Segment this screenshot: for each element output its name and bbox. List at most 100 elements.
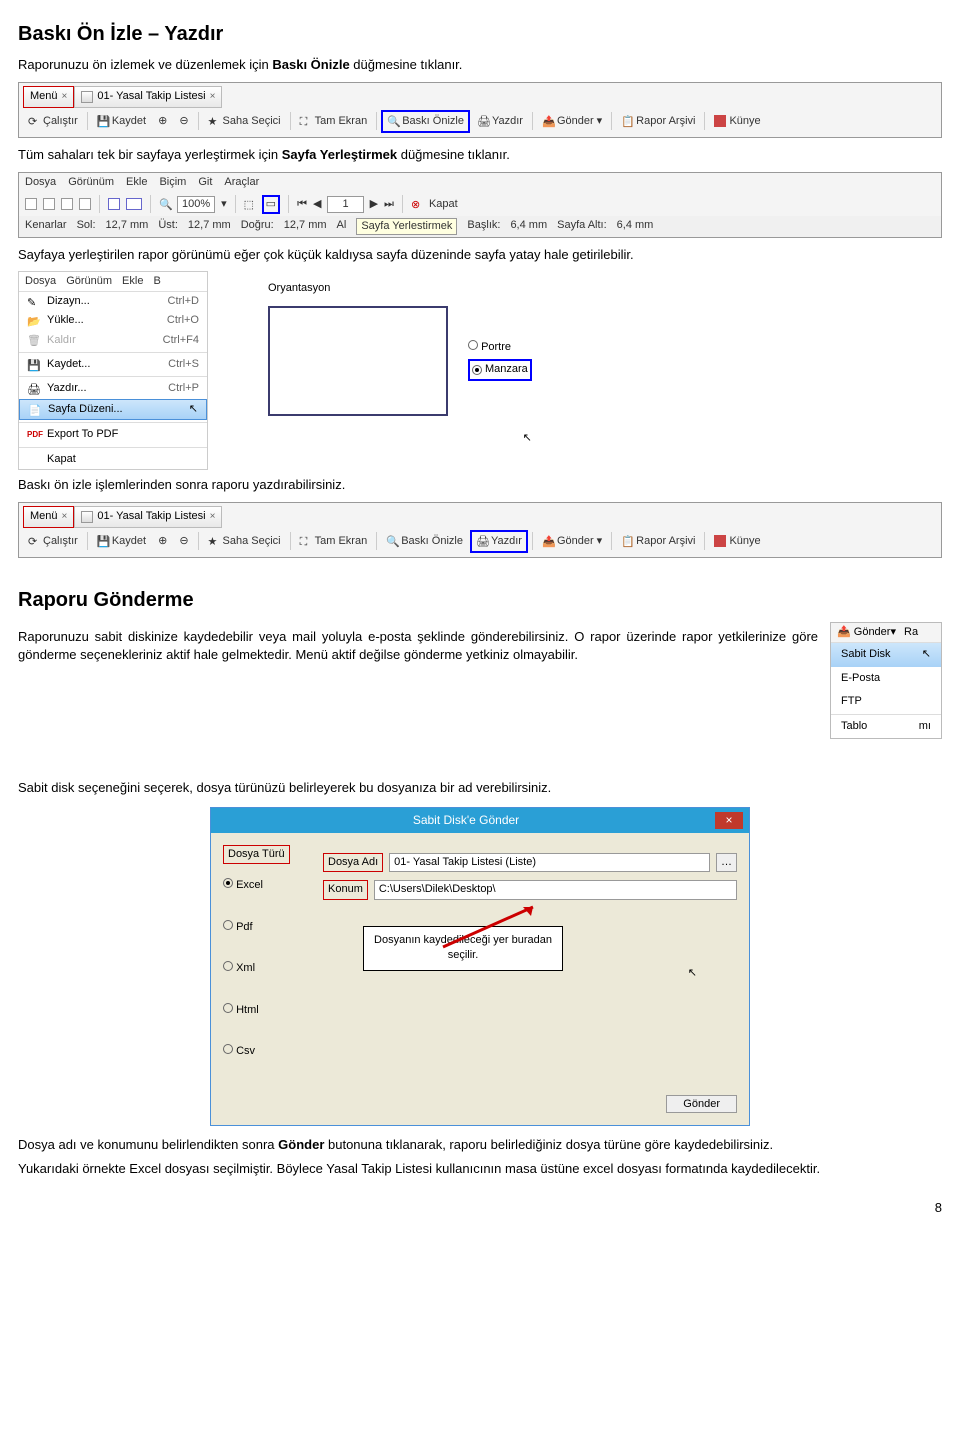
- page-input[interactable]: 1: [327, 196, 363, 213]
- last-icon[interactable]: ⏭: [384, 197, 394, 212]
- fit-page-button[interactable]: ▭: [262, 195, 280, 214]
- close-icon[interactable]: ×: [62, 90, 68, 104]
- radio-xml[interactable]: Xml: [223, 961, 323, 976]
- chevron-down-icon: ▾: [597, 114, 603, 129]
- gonder-eposta[interactable]: E-Posta: [831, 667, 941, 690]
- refresh-icon: ⟳: [28, 535, 40, 547]
- plus-button[interactable]: ⊕: [153, 531, 172, 552]
- radio-csv[interactable]: Csv: [223, 1044, 323, 1059]
- t: Ctrl+F4: [163, 333, 199, 348]
- menu-ekle[interactable]: Ekle: [122, 274, 143, 289]
- kaydet-button[interactable]: 💾Kaydet: [92, 531, 151, 552]
- cursor-icon: ↖: [468, 431, 532, 446]
- t: Baskı Önizle: [402, 114, 464, 129]
- para-5: Raporunuzu sabit diskinize kaydedebilir …: [18, 628, 942, 664]
- menu-ekle[interactable]: Ekle: [126, 175, 147, 190]
- next-icon[interactable]: ▶: [370, 197, 378, 212]
- tab-list[interactable]: 01- Yasal Takip Listesi×: [74, 86, 222, 107]
- calistir-button[interactable]: ⟳Çalıştır: [23, 531, 83, 552]
- send-icon: 📤: [542, 115, 554, 127]
- baski-onizle-button[interactable]: 🔍Baskı Önizle: [381, 531, 468, 552]
- menuitem-export[interactable]: PDFExport To PDF: [19, 425, 207, 444]
- fit-icon[interactable]: ⬚: [244, 198, 256, 210]
- radio-manzara[interactable]: Manzara: [468, 359, 532, 380]
- yazdir-button[interactable]: 🖨Yazdır: [470, 530, 528, 553]
- doc-icon[interactable]: [79, 198, 91, 210]
- gonder-button[interactable]: 📤Gönder▾: [537, 111, 607, 132]
- gonder-btn[interactable]: 📤 Gönder▾: [837, 625, 896, 640]
- menu-dosya[interactable]: Dosya: [25, 175, 56, 190]
- first-icon[interactable]: ⏮: [297, 197, 307, 212]
- dosyaadi-label: Dosya Adı: [323, 853, 383, 872]
- menuitem-yukle[interactable]: 📂Yükle...Ctrl+O: [19, 311, 207, 330]
- browse-button[interactable]: …: [716, 853, 737, 872]
- saha-button[interactable]: ★Saha Seçici: [203, 111, 286, 132]
- menu-araclar[interactable]: Araçlar: [224, 175, 259, 190]
- close-icon[interactable]: ⊗: [411, 198, 423, 210]
- minus-button[interactable]: ⊖: [174, 531, 193, 552]
- prev-icon[interactable]: ◀: [313, 197, 321, 212]
- chevron-down-icon[interactable]: ▾: [221, 197, 227, 212]
- menuitem-kapat[interactable]: Kapat: [19, 450, 207, 469]
- doc-icon[interactable]: [43, 198, 55, 210]
- menu-b[interactable]: B: [153, 274, 160, 289]
- fullscreen-button[interactable]: ⛶Tam Ekran: [295, 111, 373, 132]
- yazdir-button[interactable]: 🖨Yazdır: [472, 111, 528, 132]
- fullscreen-button[interactable]: ⛶Tam Ekran: [295, 531, 373, 552]
- close-icon[interactable]: ×: [62, 510, 68, 524]
- gonder-button[interactable]: Gönder: [666, 1095, 737, 1113]
- rapor-arsivi-button[interactable]: 📋Rapor Arşivi: [616, 531, 700, 552]
- orientation-panel: Oryantasyon Portre Manzara ↖: [258, 271, 542, 471]
- radio-html[interactable]: Html: [223, 1003, 323, 1018]
- separator: [704, 112, 705, 130]
- tab-list[interactable]: 01- Yasal Takip Listesi×: [74, 506, 222, 527]
- t: Ctrl+P: [168, 381, 199, 396]
- menuitem-kaldir[interactable]: 🗑KaldırCtrl+F4: [19, 331, 207, 350]
- menuitem-kaydet[interactable]: 💾Kaydet...Ctrl+S: [19, 355, 207, 374]
- gonder-button[interactable]: 📤Gönder▾: [537, 531, 607, 552]
- plus-button[interactable]: ⊕: [153, 111, 172, 132]
- radio-excel[interactable]: Excel: [223, 878, 323, 893]
- kapat-button[interactable]: Kapat: [429, 197, 458, 212]
- dosyaadi-input[interactable]: 01- Yasal Takip Listesi (Liste): [389, 853, 710, 872]
- gonder-sabitdisk[interactable]: Sabit Disk↖: [831, 643, 941, 666]
- para-7: Dosya adı ve konumunu belirlendikten son…: [18, 1136, 942, 1154]
- menuitem-dizayn[interactable]: ✎Dizayn...Ctrl+D: [19, 292, 207, 311]
- menuitem-sayfaduzeni[interactable]: 📄Sayfa Düzeni...↖: [19, 399, 207, 420]
- para-2: Tüm sahaları tek bir sayfaya yerleştirme…: [18, 146, 942, 164]
- t: Rapor Arşivi: [636, 534, 695, 549]
- menu-git[interactable]: Git: [198, 175, 212, 190]
- menu-dosya[interactable]: Dosya: [25, 274, 56, 289]
- doc-icon[interactable]: [25, 198, 37, 210]
- doc-icon[interactable]: [61, 198, 73, 210]
- kunye-button[interactable]: Künye: [709, 111, 765, 132]
- menu-gorunum[interactable]: Görünüm: [68, 175, 114, 190]
- minus-button[interactable]: ⊖: [174, 111, 193, 132]
- dialog-close-button[interactable]: ×: [715, 812, 743, 829]
- calistir-button[interactable]: ⟳Çalıştır: [23, 111, 83, 132]
- radio-pdf[interactable]: Pdf: [223, 920, 323, 935]
- landscape-icon[interactable]: [126, 198, 142, 210]
- menu-gorunum[interactable]: Görünüm: [66, 274, 112, 289]
- saha-button[interactable]: ★Saha Seçici: [203, 531, 286, 552]
- baski-onizle-button[interactable]: 🔍Baskı Önizle: [381, 110, 470, 133]
- t: Baskı Önizle: [272, 57, 349, 72]
- gonder-ftp[interactable]: FTP: [831, 690, 941, 713]
- menu-bicim[interactable]: Biçim: [159, 175, 186, 190]
- kaydet-button[interactable]: 💾Kaydet: [92, 111, 151, 132]
- t: Sayfa Altı:: [557, 218, 607, 235]
- menuitem-yazdir[interactable]: 🖨Yazdır...Ctrl+P: [19, 379, 207, 398]
- zoom-value[interactable]: 100%: [177, 196, 215, 213]
- portrait-icon[interactable]: [108, 198, 120, 210]
- tab-menu[interactable]: Menü×: [23, 86, 74, 107]
- rapor-arsivi-button[interactable]: 📋Rapor Arşivi: [616, 111, 700, 132]
- close-icon[interactable]: ×: [210, 510, 216, 524]
- tab-menu[interactable]: Menü×: [23, 506, 74, 527]
- kunye-button[interactable]: Künye: [709, 531, 765, 552]
- t: Pdf: [236, 921, 253, 933]
- konum-input[interactable]: C:\Users\Dilek\Desktop\: [374, 880, 737, 899]
- zoom-icon[interactable]: 🔍: [159, 198, 171, 210]
- radio-portre[interactable]: Portre: [468, 340, 532, 355]
- gonder-tablo[interactable]: Tablomı: [831, 715, 941, 738]
- close-icon[interactable]: ×: [210, 90, 216, 104]
